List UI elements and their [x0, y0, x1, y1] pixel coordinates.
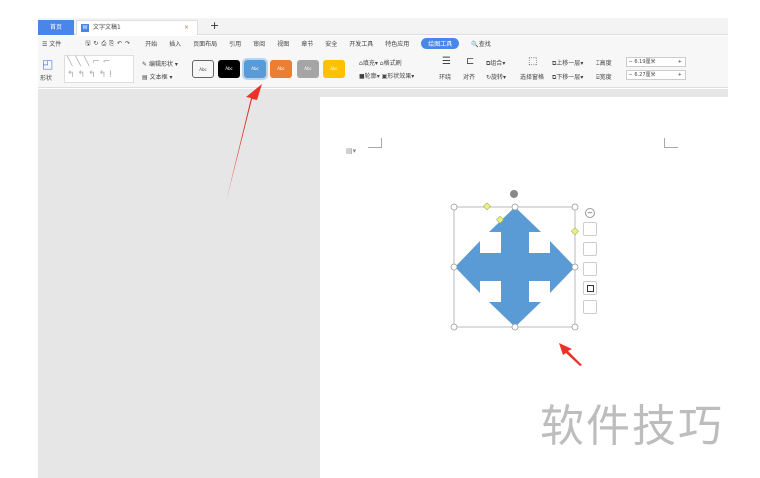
- send-backward-button[interactable]: ⧉下移一层▾: [552, 72, 583, 82]
- format-painter-button[interactable]: 格式刷: [384, 60, 402, 67]
- align-icon[interactable]: ⊏: [466, 56, 474, 67]
- menu-start[interactable]: 开始: [145, 39, 157, 48]
- style-black[interactable]: Abc: [218, 60, 240, 78]
- search-button[interactable]: 🔍查找: [471, 39, 503, 48]
- layout-options-icon[interactable]: [583, 222, 597, 236]
- ribbon: ◰ 形状 ╲╲╲⌐⌐ ↰↰↰↰ⵑ ✎ 编辑形状 ▾ ▤ 文本框 ▾ Abc Abc…: [38, 51, 728, 88]
- outline-button[interactable]: ■轮廓▾ ▣形状效果▾: [359, 71, 414, 80]
- menu-reference[interactable]: 引用: [229, 39, 241, 48]
- doc-title: 文字文稿1: [93, 24, 121, 31]
- menu-file[interactable]: 文件: [49, 41, 61, 48]
- watermark: 软件技巧: [540, 401, 724, 452]
- menu-bar: ☰ 文件 🖫↻⎙⎘↶↷ 开始 插入 页面布局 引用 审阅 视图 章节 安全 开发…: [38, 36, 728, 51]
- menu-layout[interactable]: 页面布局: [193, 39, 217, 48]
- menu-devtools[interactable]: 开发工具: [349, 39, 373, 48]
- new-tab-button[interactable]: +: [210, 19, 219, 32]
- paragraph-icon: ▤▾: [346, 147, 357, 155]
- margin-mark: [368, 138, 382, 148]
- width-input[interactable]: − 6.27厘米 +: [626, 70, 686, 80]
- edit-shape-button[interactable]: ✎ 编辑形状 ▾: [142, 59, 178, 68]
- menu-icon[interactable]: ☰ 文件: [42, 39, 73, 48]
- fill-bucket-icon[interactable]: [583, 262, 597, 276]
- outline-pen-icon[interactable]: [583, 242, 597, 256]
- textbox-button[interactable]: ▤ 文本框 ▾: [142, 72, 173, 81]
- height-input[interactable]: − 6.19厘米 +: [626, 57, 686, 67]
- quad-arrow-shape[interactable]: [455, 207, 575, 327]
- group-button[interactable]: ⧉组合▾: [486, 58, 505, 68]
- rotate-button[interactable]: ↻旋转▾: [486, 72, 506, 81]
- close-tab-icon[interactable]: ×: [184, 21, 189, 34]
- height-label: ⌶高度: [596, 60, 612, 67]
- quick-access-icons[interactable]: 🖫↻⎙⎘↶↷: [85, 39, 133, 49]
- shape-effect-button[interactable]: 形状效果: [387, 73, 411, 80]
- search-label: 查找: [478, 41, 491, 48]
- menu-drawing-tools[interactable]: 绘图工具: [421, 38, 460, 49]
- menu-section[interactable]: 章节: [301, 39, 313, 48]
- wrap-button[interactable]: 环绕: [439, 72, 451, 81]
- tab-document[interactable]: W 文字文稿1 ×: [76, 20, 198, 35]
- tab-bar: 首页 W 文字文稿1 × +: [38, 18, 728, 35]
- menu-security[interactable]: 安全: [325, 39, 337, 48]
- collapse-icon[interactable]: −: [585, 208, 595, 218]
- menu-features[interactable]: 特色应用: [385, 39, 409, 48]
- picture-icon[interactable]: [583, 300, 597, 314]
- align-button[interactable]: 对齐: [463, 72, 475, 81]
- shape-button[interactable]: 形状: [40, 73, 52, 82]
- selection-pane-button[interactable]: 选择窗格: [520, 72, 544, 81]
- line-gallery[interactable]: ╲╲╲⌐⌐ ↰↰↰↰ⵑ: [64, 55, 134, 83]
- selection-pane-icon[interactable]: ⬚: [528, 56, 537, 67]
- tab-home[interactable]: 首页: [38, 20, 74, 35]
- menu-review[interactable]: 审阅: [253, 39, 265, 48]
- border-icon[interactable]: [583, 281, 597, 295]
- style-gold[interactable]: Abc: [323, 60, 345, 78]
- shape-icon[interactable]: ◰: [42, 57, 53, 71]
- wrap-icon[interactable]: ☰: [442, 56, 451, 67]
- menu-view[interactable]: 视图: [277, 39, 289, 48]
- width-label: ⌸宽度: [596, 74, 612, 81]
- rotate-handle[interactable]: [510, 190, 518, 198]
- margin-mark: [664, 138, 678, 148]
- bring-forward-button[interactable]: ⧉上移一层▾: [552, 58, 583, 68]
- fill-button[interactable]: ⌂填充▾ ⌂格式刷: [359, 58, 402, 67]
- menu-insert[interactable]: 插入: [169, 39, 181, 48]
- style-blue[interactable]: Abc: [242, 58, 268, 80]
- style-orange[interactable]: Abc: [270, 60, 292, 78]
- style-gray[interactable]: Abc: [297, 60, 319, 78]
- style-white[interactable]: Abc: [192, 60, 214, 78]
- writer-icon: W: [81, 24, 89, 32]
